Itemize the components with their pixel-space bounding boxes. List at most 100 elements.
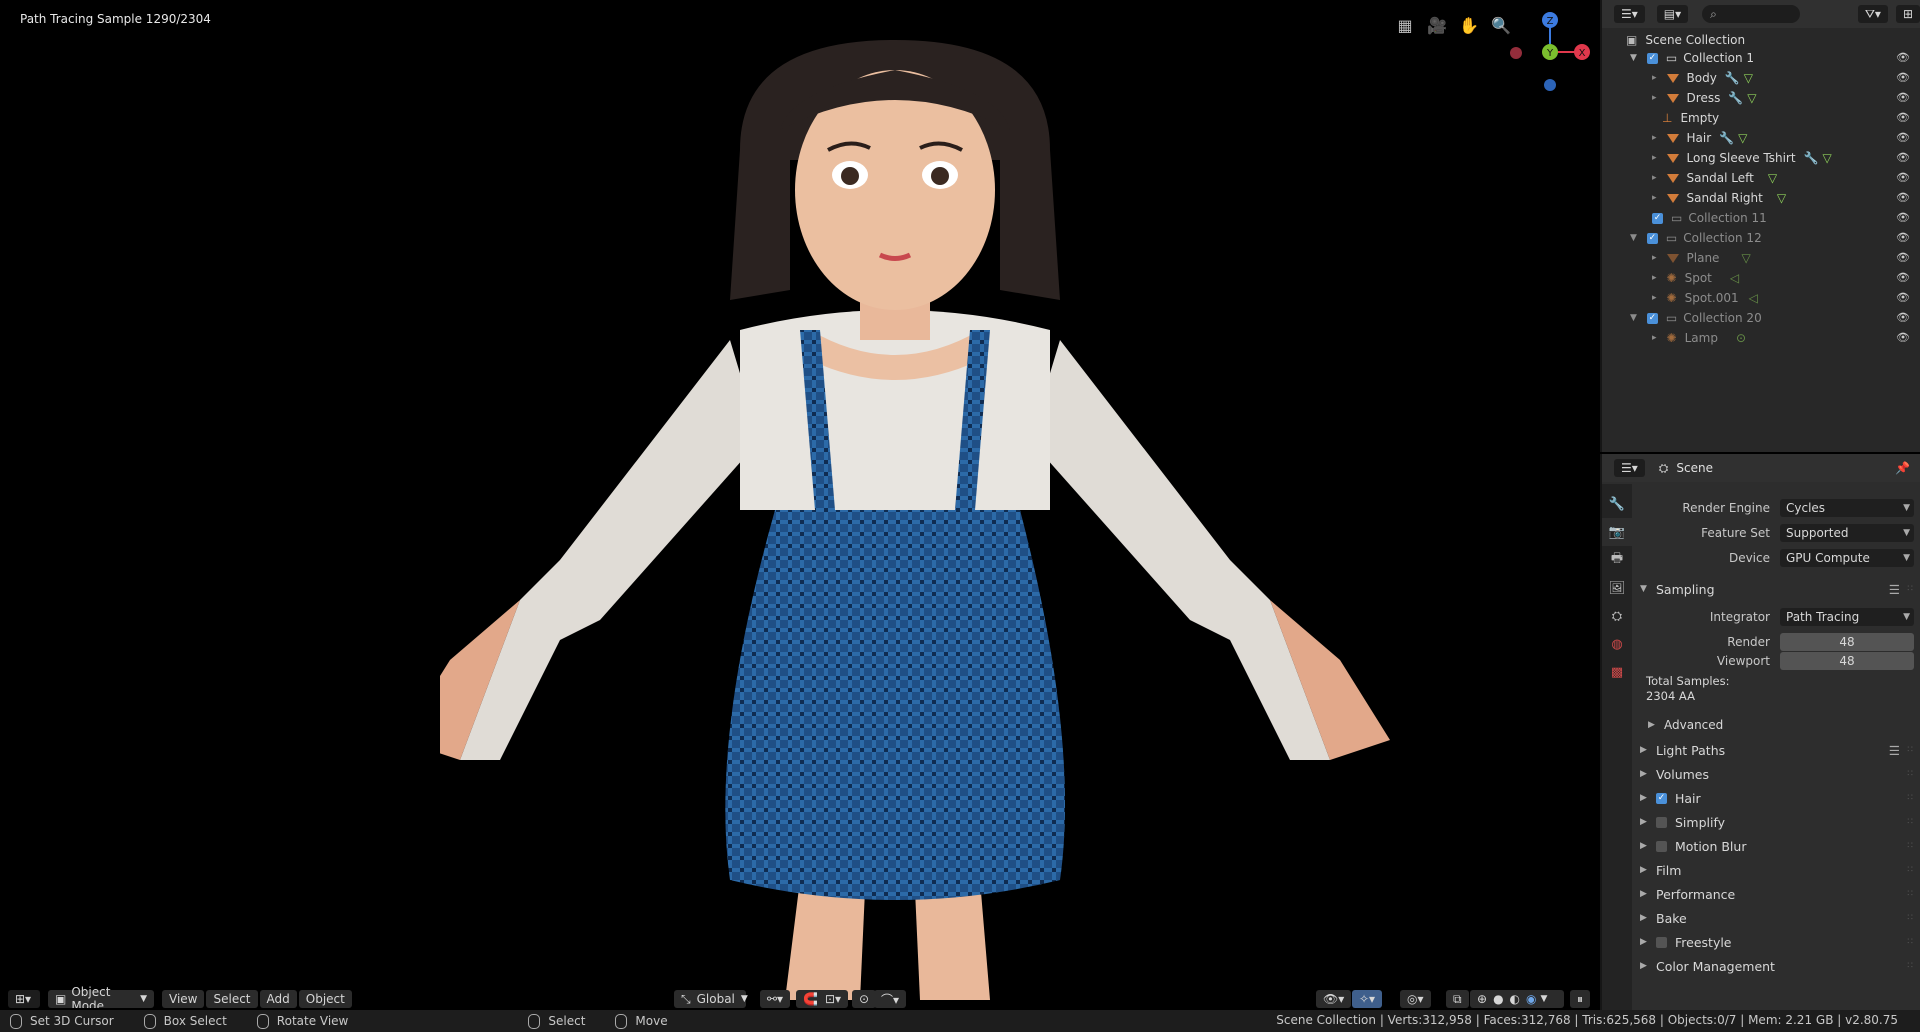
filter-icon[interactable]: ⛛▾ — [1857, 5, 1888, 23]
performance-panel-header[interactable]: ▶ Performance ∷ — [1634, 883, 1920, 905]
drag-grip-icon[interactable]: ∷ — [1907, 793, 1914, 803]
integrator-dropdown[interactable]: Path Tracing ▼ — [1780, 608, 1914, 626]
presets-list-icon[interactable]: ☰ — [1889, 743, 1900, 758]
drag-grip-icon[interactable]: ∷ — [1907, 913, 1914, 923]
outliner-row-spot-001[interactable]: ▸ ✺ Spot.001 ◁ 👁 — [1602, 288, 1920, 308]
drag-grip-icon[interactable]: ∷ — [1907, 584, 1914, 594]
hair-panel-header[interactable]: ▶ ✓ Hair ∷ — [1634, 787, 1920, 809]
menu-select[interactable]: Select — [206, 990, 258, 1008]
xray-toggle[interactable]: ⧉ — [1446, 990, 1469, 1008]
eye-icon[interactable]: 👁 — [1896, 111, 1910, 124]
world-tab-icon[interactable]: ◍ — [1602, 630, 1632, 658]
wireframe-shading-icon[interactable]: ⊕ — [1477, 992, 1487, 1006]
3d-viewport[interactable]: Path Tracing Sample 1290/2304 ▦ 🎥 ✋ 🔍 Z … — [0, 0, 1598, 1008]
modifier-wrench-icon[interactable]: 🔧 — [1728, 91, 1743, 105]
exclude-checkbox[interactable]: ✓ — [1646, 52, 1658, 64]
eye-icon[interactable]: 👁 — [1896, 311, 1910, 324]
menu-add[interactable]: Add — [259, 990, 297, 1008]
editor-type-button[interactable]: ⊞▾ — [8, 990, 40, 1008]
eye-icon[interactable]: 👁 — [1896, 271, 1910, 284]
freestyle-panel-header[interactable]: ▶ Freestyle ∷ — [1634, 931, 1920, 953]
eye-icon[interactable]: 👁 — [1896, 251, 1910, 264]
mesh-data-icon[interactable]: ▽ — [1777, 191, 1786, 205]
render-samples-field[interactable]: 48 — [1780, 633, 1914, 651]
gizmo-toggle[interactable]: ✧▾ — [1352, 990, 1383, 1008]
drag-grip-icon[interactable]: ∷ — [1907, 841, 1914, 851]
falloff-dropdown[interactable]: ⌒▾ — [874, 990, 907, 1008]
menu-object[interactable]: Object — [298, 990, 352, 1008]
grid-view-icon[interactable]: ▦ — [1394, 14, 1416, 36]
overlay-toggle[interactable]: ◎▾ — [1400, 990, 1431, 1008]
outliner-row-hair[interactable]: ▸ Hair 🔧 ▽ 👁 — [1602, 128, 1920, 148]
modifier-wrench-icon[interactable]: 🔧 — [1804, 151, 1819, 165]
scene-tab-icon[interactable]: ⛭ — [1602, 602, 1632, 630]
outliner-row-long-sleeve-tshirt[interactable]: ▸ Long Sleeve Tshirt 🔧 ▽ 👁 — [1602, 148, 1920, 168]
rendered-shading-icon[interactable]: ◉ — [1526, 992, 1536, 1006]
view-layer-tab-icon[interactable]: 🖼 — [1602, 574, 1632, 602]
outliner-row-spot[interactable]: ▸ ✺ Spot ◁ 👁 — [1602, 268, 1920, 288]
volumes-panel-header[interactable]: ▶ Volumes ∷ — [1634, 763, 1920, 785]
snap-target-dropdown[interactable]: ⊡▾ — [818, 990, 849, 1008]
camera-view-icon[interactable]: 🎥 — [1426, 14, 1448, 36]
outliner-root-row[interactable]: ▣ Scene Collection — [1602, 30, 1920, 50]
pan-hand-icon[interactable]: ✋ — [1458, 14, 1480, 36]
outliner-row-plane[interactable]: ▸ Plane ▽ 👁 — [1602, 248, 1920, 268]
light-paths-panel-header[interactable]: ▶ Light Paths ☰ ∷ — [1634, 739, 1920, 761]
drag-grip-icon[interactable]: ∷ — [1907, 937, 1914, 947]
new-collection-icon[interactable]: ⊞ — [1895, 5, 1920, 23]
outliner-row-collection-20[interactable]: ▼ ✓ ▭ Collection 20 👁 — [1602, 308, 1920, 328]
drag-grip-icon[interactable]: ∷ — [1907, 817, 1914, 827]
proportional-edit-toggle[interactable]: ⊙ — [852, 990, 877, 1008]
mesh-data-icon[interactable]: ▽ — [1747, 91, 1756, 105]
outliner-row-collection-11[interactable]: ✓ ▭ Collection 11 👁 — [1602, 208, 1920, 228]
texture-tab-icon[interactable]: ▩ — [1602, 658, 1632, 686]
eye-icon[interactable]: 👁 — [1896, 91, 1910, 104]
outliner-row-sandal-left[interactable]: ▸ Sandal Left ▽ 👁 — [1602, 168, 1920, 188]
menu-view[interactable]: View — [162, 990, 205, 1008]
color-management-panel-header[interactable]: ▶ Color Management ∷ — [1634, 955, 1920, 977]
viewport-samples-field[interactable]: 48 — [1780, 652, 1914, 670]
eye-icon[interactable]: 👁 — [1896, 171, 1910, 184]
filter-view-dropdown[interactable]: ▤▾ — [1656, 5, 1689, 23]
editor-type-button[interactable]: ☰▾ — [1614, 459, 1645, 477]
exclude-checkbox[interactable]: ✓ — [1646, 312, 1658, 324]
exclude-checkbox[interactable]: ✓ — [1646, 232, 1658, 244]
material-shading-icon[interactable]: ◐ — [1510, 992, 1520, 1006]
hair-enable-checkbox[interactable]: ✓ — [1656, 792, 1667, 804]
mesh-data-icon[interactable]: ▽ — [1823, 151, 1832, 165]
eye-icon[interactable]: 👁 — [1896, 211, 1910, 224]
eye-icon[interactable]: 👁 — [1896, 71, 1910, 84]
tool-tab-icon[interactable]: 🔧 — [1602, 490, 1632, 518]
visibility-dropdown[interactable]: 👁▾ — [1316, 990, 1352, 1008]
motion-blur-panel-header[interactable]: ▶ Motion Blur ∷ — [1634, 835, 1920, 857]
eye-icon[interactable]: 👁 — [1896, 51, 1910, 64]
outliner-row-dress[interactable]: ▸ Dress 🔧 ▽ 👁 — [1602, 88, 1920, 108]
mesh-data-icon[interactable]: ▽ — [1768, 171, 1777, 185]
pause-render-button[interactable]: ⏸ — [1570, 990, 1591, 1008]
presets-list-icon[interactable]: ☰ — [1889, 582, 1900, 597]
bake-panel-header[interactable]: ▶ Bake ∷ — [1634, 907, 1920, 929]
mesh-data-icon[interactable]: ▽ — [1744, 71, 1753, 85]
drag-grip-icon[interactable]: ∷ — [1907, 865, 1914, 875]
shading-mode-group[interactable]: ⊕ ● ◐ ◉ ▼ — [1470, 990, 1564, 1008]
eye-icon[interactable]: 👁 — [1896, 291, 1910, 304]
film-panel-header[interactable]: ▶ Film ∷ — [1634, 859, 1920, 881]
outliner-search-input[interactable]: ⌕ — [1702, 5, 1800, 23]
display-mode-dropdown[interactable]: ☰▾ — [1614, 5, 1645, 23]
output-tab-icon[interactable]: 🖶 — [1602, 546, 1632, 574]
pivot-point-button[interactable]: ⚯▾ — [760, 990, 791, 1008]
outliner-row-body[interactable]: ▸ Body 🔧 ▽ 👁 — [1602, 68, 1920, 88]
simplify-enable-checkbox[interactable] — [1656, 816, 1667, 828]
pin-icon[interactable]: 📌 — [1895, 461, 1910, 475]
light-data-icon[interactable]: ◁ — [1749, 291, 1758, 305]
eye-icon[interactable]: 👁 — [1896, 231, 1910, 244]
disclosure-triangle-icon[interactable]: ▼ — [1630, 53, 1637, 63]
light-data-icon[interactable]: ◁ — [1730, 271, 1739, 285]
eye-icon[interactable]: 👁 — [1896, 151, 1910, 164]
motion-blur-enable-checkbox[interactable] — [1656, 840, 1667, 852]
modifier-wrench-icon[interactable]: 🔧 — [1725, 71, 1740, 85]
outliner-row-empty[interactable]: ⊥ Empty 👁 — [1602, 108, 1920, 128]
mesh-data-icon[interactable]: ▽ — [1738, 131, 1747, 145]
exclude-checkbox[interactable]: ✓ — [1652, 212, 1663, 224]
disclosure-triangle-icon[interactable]: ▼ — [1630, 313, 1637, 323]
